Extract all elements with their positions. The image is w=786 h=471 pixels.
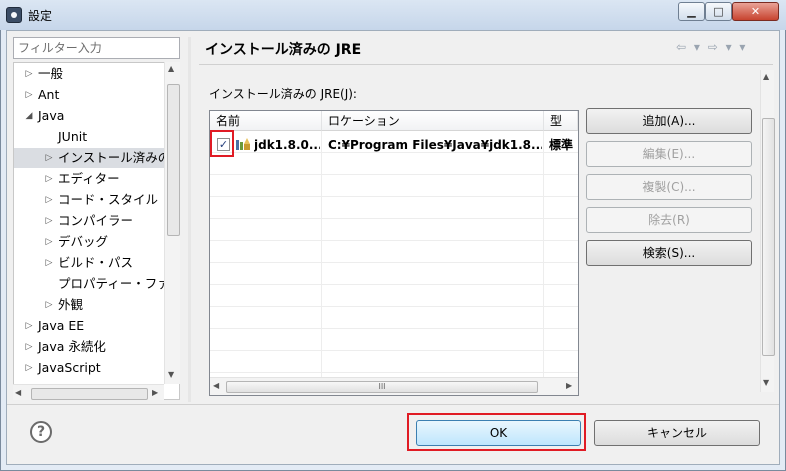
tree-item[interactable]: ▷ JavaScript xyxy=(14,358,166,378)
tree-item[interactable]: ▷ Ant xyxy=(14,85,166,105)
collapsed-arrow-icon[interactable]: ▷ xyxy=(24,337,34,357)
jre-type-cell[interactable]: 標準 xyxy=(549,134,577,156)
add-button[interactable]: 追加(A)... xyxy=(586,108,752,134)
column-header-type[interactable]: 型 xyxy=(544,111,578,131)
tree-item-label: コンパイラー xyxy=(58,213,134,228)
tree-item-label: JavaScript xyxy=(38,360,101,375)
table-row xyxy=(210,219,578,241)
tree-item-label: Java 永続化 xyxy=(38,339,106,354)
tree-item[interactable]: ▷ 一般 xyxy=(14,64,166,84)
tree-item[interactable]: ▷ コンパイラー xyxy=(14,211,166,231)
pane-splitter[interactable] xyxy=(188,37,191,402)
tree-horizontal-scrollbar[interactable]: ◀ ▶ xyxy=(13,384,164,400)
jre-list-label: インストール済みの JRE(J): xyxy=(209,87,357,101)
title-bar[interactable] xyxy=(0,0,786,30)
help-icon[interactable]: ? xyxy=(30,421,52,443)
collapsed-arrow-icon[interactable]: ▷ xyxy=(44,253,54,273)
collapsed-arrow-icon[interactable]: ▷ xyxy=(44,190,54,210)
tree-item-label: 外観 xyxy=(58,297,84,312)
jre-table: 名前 ロケーション 型 ✓ jdk1.8.0... C:¥Program Fil… xyxy=(209,110,579,396)
duplicate-button[interactable]: 複製(C)... xyxy=(586,174,752,200)
tree-item[interactable]: ▷ インストール済みの xyxy=(14,148,166,168)
page-vertical-scrollbar[interactable]: ▲ ▼ xyxy=(760,70,775,392)
tree-item-label: デバッグ xyxy=(58,234,109,249)
window-title: 設定 xyxy=(28,9,53,23)
tree-item[interactable]: ▷ エディター xyxy=(14,169,166,189)
page-title: インストール済みの JRE xyxy=(205,42,362,58)
table-row xyxy=(210,263,578,285)
collapsed-arrow-icon[interactable]: ▷ xyxy=(24,64,34,84)
tree-item[interactable]: JUnit xyxy=(14,127,166,147)
tree-item[interactable]: ▷ Java 永続化 xyxy=(14,337,166,357)
tree-item[interactable]: ▷ 外観 xyxy=(14,295,166,315)
tree-item-label: プロパティー・ファ xyxy=(58,276,166,291)
tree-item[interactable]: ▷ デバッグ xyxy=(14,232,166,252)
column-header-name[interactable]: 名前 xyxy=(210,111,322,131)
table-scroll-thumb[interactable]: III xyxy=(226,381,538,393)
jre-location-cell[interactable]: C:¥Program Files¥Java¥jdk1.8... xyxy=(328,134,542,156)
tree-item[interactable]: ▷ Java EE xyxy=(14,316,166,336)
tree-item-label: インストール済みの xyxy=(58,150,166,165)
collapsed-arrow-icon[interactable]: ▷ xyxy=(24,85,34,105)
tree-item-label: コード・スタイル xyxy=(58,192,159,207)
collapsed-arrow-icon[interactable]: ▷ xyxy=(44,148,54,168)
table-row xyxy=(210,307,578,329)
jre-library-icon xyxy=(236,138,250,150)
tree-item-label: Java xyxy=(38,108,65,123)
tree-item-label: エディター xyxy=(58,171,120,186)
column-header-location[interactable]: ロケーション xyxy=(322,111,544,131)
collapsed-arrow-icon[interactable]: ▷ xyxy=(44,169,54,189)
table-row xyxy=(210,175,578,197)
tree-item-label: JUnit xyxy=(58,129,88,144)
button-bar-separator xyxy=(7,404,779,405)
table-row xyxy=(210,153,578,175)
table-row xyxy=(210,329,578,351)
collapsed-arrow-icon[interactable]: ▷ xyxy=(44,295,54,315)
ok-button[interactable]: OK xyxy=(416,420,581,446)
remove-button[interactable]: 除去(R) xyxy=(586,207,752,233)
maximize-button[interactable]: □ xyxy=(705,2,732,21)
jre-name-cell[interactable]: jdk1.8.0... xyxy=(254,134,320,156)
tree-item[interactable]: ▷ ビルド・パス xyxy=(14,253,166,273)
tree-item-label: Java EE xyxy=(38,318,85,333)
tree-vertical-scrollbar[interactable]: ▲ ▼ xyxy=(164,62,180,384)
collapsed-arrow-icon[interactable]: ▷ xyxy=(44,232,54,252)
collapsed-arrow-icon[interactable]: ▷ xyxy=(24,358,34,378)
cancel-button[interactable]: キャンセル xyxy=(594,420,760,446)
tree-item-label: Ant xyxy=(38,87,60,102)
tree-item-label: ビルド・パス xyxy=(58,255,134,270)
tree-item[interactable]: ◢ Java xyxy=(14,106,166,126)
preference-tree: ▷ 一般 ▷ Ant ◢ Java JUnit ▷ インストール済みの ▷ エディター ▷ コード・スタ… xyxy=(13,62,180,400)
table-row xyxy=(210,285,578,307)
collapsed-arrow-icon[interactable]: ▷ xyxy=(24,316,34,336)
table-row xyxy=(210,351,578,373)
edit-button[interactable]: 編集(E)... xyxy=(586,141,752,167)
minimize-button[interactable]: ▁ xyxy=(678,2,705,21)
tree-item[interactable]: ▷ コード・スタイル xyxy=(14,190,166,210)
search-button[interactable]: 検索(S)... xyxy=(586,240,752,266)
checkbox-highlight xyxy=(210,130,234,157)
close-button[interactable]: ✕ xyxy=(732,2,779,21)
table-row xyxy=(210,197,578,219)
header-separator xyxy=(199,64,773,65)
collapsed-arrow-icon[interactable]: ▷ xyxy=(44,211,54,231)
table-horizontal-scrollbar[interactable]: ◀ III ▶ xyxy=(210,377,578,395)
nav-arrows[interactable]: ⇦ ▾ ⇨ ▾ ▾ xyxy=(676,40,747,54)
expanded-arrow-icon[interactable]: ◢ xyxy=(24,106,34,126)
filter-input[interactable]: フィルター入力 xyxy=(13,37,180,59)
table-row xyxy=(210,241,578,263)
app-icon xyxy=(6,7,22,23)
tree-item-label: 一般 xyxy=(38,66,64,81)
tree-item[interactable]: プロパティー・ファ xyxy=(14,274,166,294)
